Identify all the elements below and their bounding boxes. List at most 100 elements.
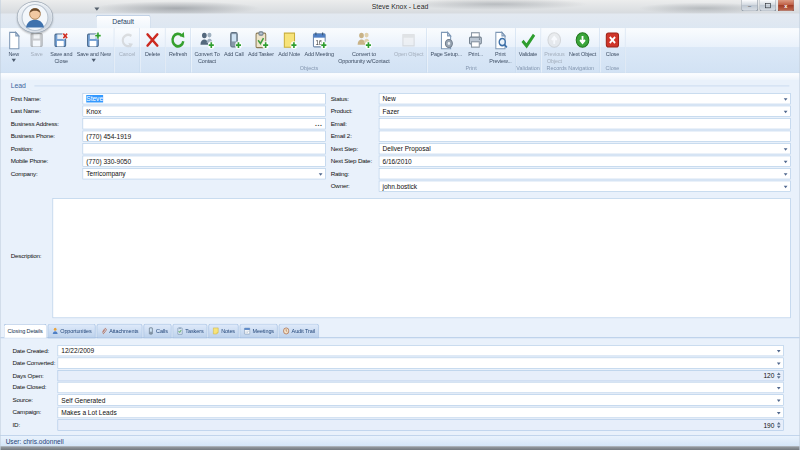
tab-label: Opportunities [60, 328, 91, 335]
spinner-control[interactable] [776, 420, 782, 430]
tab-attachments[interactable]: Attachments [96, 324, 142, 338]
tab-taskers[interactable]: Taskers [173, 324, 208, 338]
tab-default[interactable]: Default [96, 15, 151, 28]
minimize-button[interactable]: – [741, 0, 758, 11]
window-title: Steve Knox - Lead [1, 3, 800, 11]
validate-button[interactable]: Validate [517, 29, 540, 57]
convert-to-contact-button[interactable]: Convert ToContact [192, 29, 221, 64]
tab-audit-trail[interactable]: Audit Trail [279, 324, 319, 338]
button-label: Add Note [278, 51, 300, 58]
closing-date-converted-field[interactable] [58, 357, 784, 368]
dropdown-arrow-icon[interactable] [777, 412, 781, 415]
add-meeting-button[interactable]: 16Add Meeting [302, 29, 336, 57]
lead-email-2-field[interactable] [379, 131, 791, 142]
ribbon-group: New SaveSave andCloseSave and New [1, 28, 114, 72]
tab-meetings[interactable]: Meetings [240, 324, 278, 338]
dropdown-arrow-icon[interactable] [784, 161, 788, 164]
next-object-button[interactable]: Next Object [567, 29, 599, 57]
field-value: New [383, 95, 396, 103]
lead-business-phone-label: Business Phone: [11, 131, 55, 142]
dropdown-arrow-icon[interactable] [777, 362, 781, 365]
field-value: Fazer [383, 108, 400, 116]
closing-campaign-label: Campaign: [13, 407, 42, 418]
lead-mobile-phone-field[interactable]: (770) 330-9050 [83, 156, 326, 167]
cancel-button: Cancel [116, 29, 139, 57]
field-value: john.bostick [383, 183, 418, 191]
ribbon-group-caption: Validation [515, 64, 540, 71]
app-menu-button[interactable] [17, 1, 53, 33]
dropdown-arrow-icon[interactable] [784, 98, 788, 101]
closing-date-created-field[interactable]: 12/22/2009 [58, 345, 784, 356]
save-and-close-button[interactable]: Save andClose [48, 29, 74, 64]
tab-opportunities[interactable]: Opportunities [48, 324, 96, 338]
add-note-button[interactable]: Add Note [276, 29, 302, 57]
lead-next-step-field[interactable]: Deliver Proposal [379, 143, 791, 154]
closing-source-field[interactable]: Self Generated [58, 394, 784, 405]
lead-business-address-field[interactable]: ... [83, 118, 326, 129]
next-object-icon [574, 31, 590, 50]
closing-campaign-field[interactable]: Makes a Lot Leads [58, 407, 784, 418]
add-tasker-button[interactable]: Add Tasker [246, 29, 276, 57]
lead-email-field[interactable] [379, 118, 791, 129]
close-button[interactable]: Close [601, 29, 624, 57]
save-icon [28, 31, 44, 50]
lead-position-label: Position: [11, 143, 33, 154]
lead-next-step-date-field[interactable]: 6/16/2010 [379, 156, 791, 167]
add-note-icon [281, 31, 297, 50]
tab-closing-details[interactable]: Closing Details [4, 324, 47, 338]
lead-company-field[interactable]: Terricompany [83, 168, 326, 179]
field-value: Steve [86, 95, 103, 103]
lead-business-phone-field[interactable]: (770) 454-1919 [83, 131, 326, 142]
description-field[interactable] [53, 198, 791, 318]
lead-last-name-field[interactable]: Knox [83, 106, 326, 117]
refresh-icon [170, 31, 186, 50]
lead-owner-field[interactable]: john.bostick [379, 181, 791, 192]
field-value: 190 [763, 421, 774, 429]
convert-contact-icon [199, 31, 215, 50]
delete-button[interactable]: Delete [141, 29, 164, 57]
ellipsis-button[interactable]: ... [315, 119, 323, 128]
dropdown-arrow-icon[interactable] [777, 350, 781, 353]
save-button: Save [25, 29, 48, 57]
detail-tabs: Closing Details Opportunities Attachments C… [4, 324, 320, 338]
add-call-button[interactable]: Add Call [222, 29, 246, 57]
ribbon-toolbar: New SaveSave andCloseSave and NewCancelDe… [1, 28, 800, 73]
convert-to-opportunity-w-contact-button[interactable]: Convert toOpportunity w/Contact [336, 29, 392, 64]
ribbon-group: Cancel [115, 28, 141, 72]
tab-label: Calls [156, 328, 168, 335]
tab-label: Meetings [253, 328, 274, 335]
close-window-button[interactable]: x [778, 0, 795, 11]
new-button[interactable]: New [2, 29, 25, 62]
maximize-button[interactable] [759, 0, 776, 11]
ribbon-group: Delete [140, 28, 166, 72]
button-label: New [8, 51, 19, 58]
save-and-new-button[interactable]: Save and New [74, 29, 112, 62]
dropdown-arrow-icon[interactable] [319, 173, 323, 176]
tab-calls[interactable]: Calls [143, 324, 171, 338]
dropdown-arrow-icon[interactable] [777, 387, 781, 390]
lead-rating-field[interactable] [379, 168, 791, 179]
lead-first-name-field[interactable]: Steve [83, 93, 326, 104]
page-setup-button[interactable]: Page Setup... [428, 29, 464, 57]
refresh-button[interactable]: Refresh [167, 29, 190, 57]
ribbon-bottom-strip [1, 73, 800, 80]
quick-access-caret-icon[interactable] [94, 8, 99, 11]
dropdown-arrow-icon[interactable] [784, 186, 788, 189]
print-preview-button[interactable]: PrintPreview... [487, 29, 514, 64]
tab-notes[interactable]: Notes [209, 324, 239, 338]
field-value: Self Generated [61, 396, 105, 404]
lead-status-field[interactable]: New [379, 93, 791, 104]
page-setup-icon [438, 31, 454, 50]
print-button[interactable]: Print... [464, 29, 487, 57]
closing-date-closed-field[interactable] [58, 382, 784, 393]
dropdown-arrow-icon[interactable] [777, 399, 781, 402]
lead-position-field[interactable] [83, 143, 326, 154]
dropdown-arrow-icon[interactable] [784, 111, 788, 114]
field-value: (770) 454-1919 [86, 133, 131, 141]
lead-product-field[interactable]: Fazer [379, 106, 791, 117]
dropdown-arrow-icon[interactable] [784, 173, 788, 176]
button-label: Previous [544, 51, 564, 58]
spinner-control[interactable] [776, 370, 782, 380]
dropdown-arrow-icon[interactable] [784, 148, 788, 151]
field-value: 12/22/2009 [61, 347, 94, 355]
